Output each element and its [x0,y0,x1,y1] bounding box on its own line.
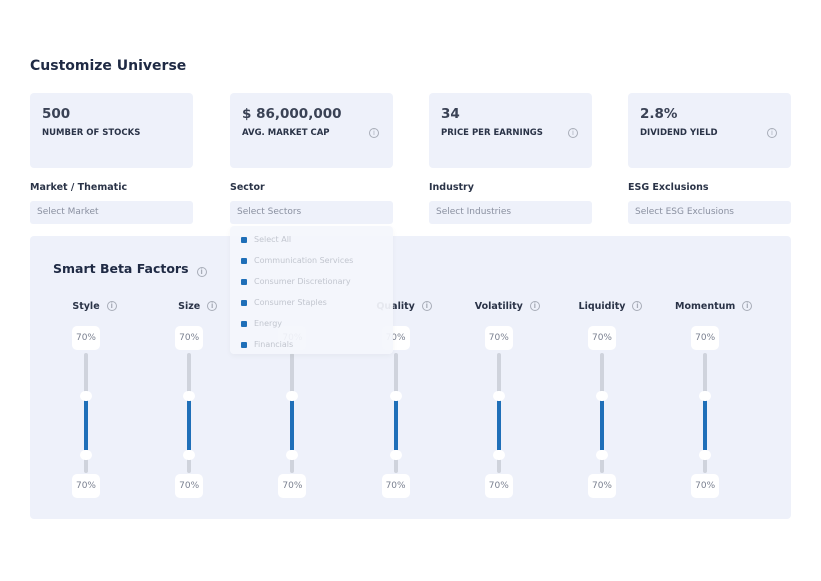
filter-select[interactable]: Select Sectors [230,201,393,224]
slider-range [393,400,398,450]
info-icon[interactable]: i [632,301,643,311]
factor-name: Volatility [474,301,523,312]
stat-card: 2.8% DIVIDEND YIELD i [628,93,791,168]
checkbox-icon[interactable] [241,257,247,264]
stat-label: NUMBER OF STOCKS [42,128,141,138]
slider-handle-top[interactable] [699,391,712,401]
slider-handle-top[interactable] [492,391,505,401]
factor-name: Size [178,301,201,312]
stat-value: 500 [42,106,71,122]
sector-option[interactable]: Financials [241,340,293,349]
smart-beta-panel [30,236,791,519]
stat-label: AVG. MARKET CAP [242,128,330,138]
slider-range [187,400,192,450]
filter-label: Market / Thematic [30,182,128,193]
filter-label: Sector [230,182,265,193]
slider-handle-top[interactable] [389,391,402,401]
checkbox-icon[interactable] [241,236,247,243]
slider-handle-top[interactable] [596,391,608,401]
info-icon[interactable]: i [767,128,777,138]
page-title: Customize Universe [30,58,187,74]
min-value[interactable]: 70% [691,474,720,498]
filter-select[interactable]: Select Industries [429,201,592,224]
sector-option[interactable]: Consumer Discretionary [241,277,351,286]
max-value[interactable]: 70% [72,326,100,350]
info-icon[interactable]: i [196,267,207,277]
filter-label: ESG Exclusions [628,182,709,193]
checkbox-icon[interactable] [241,299,247,306]
factor-name: Momentum [675,301,736,312]
stat-card: 34 PRICE PER EARNINGS i [429,93,592,168]
info-icon[interactable]: i [421,301,432,311]
slider-range [703,400,708,450]
slider-handle-top[interactable] [80,391,92,401]
checkbox-icon[interactable] [241,278,247,285]
checkbox-icon[interactable] [241,341,247,348]
stat-value: 34 [441,106,460,122]
min-value[interactable]: 70% [72,474,100,498]
min-value[interactable]: 70% [381,474,410,498]
min-value[interactable]: 70% [484,474,513,498]
slider-range [84,400,88,450]
slider-handle-bottom[interactable] [80,450,92,460]
info-icon[interactable]: i [742,301,753,311]
max-value[interactable]: 70% [175,326,204,350]
stat-card: 500 NUMBER OF STOCKS [30,93,193,168]
slider-handle-top[interactable] [183,391,196,401]
filter-select[interactable]: Select ESG Exclusions [628,201,791,224]
slider-handle-bottom[interactable] [389,450,402,460]
sector-option[interactable]: Communication Services [241,256,353,265]
info-icon[interactable]: i [369,128,379,138]
min-value[interactable]: 70% [278,474,307,498]
filter-label: Industry [429,182,474,193]
slider-handle-bottom[interactable] [492,450,505,460]
slider-handle-bottom[interactable] [183,450,196,460]
info-icon[interactable]: i [568,128,578,138]
stat-label: PRICE PER EARNINGS [441,128,543,138]
info-icon[interactable]: i [529,301,540,311]
slider-handle-bottom[interactable] [596,450,608,460]
slider-range [496,400,501,450]
slider-range [290,400,295,450]
min-value[interactable]: 70% [175,474,204,498]
sector-option[interactable]: Consumer Staples [241,298,327,307]
sector-option[interactable]: Select All [241,235,291,244]
factor-name: Liquidity [578,301,626,312]
sector-option[interactable]: Energy [241,319,282,328]
factor-name: Style [72,301,100,312]
info-icon[interactable]: i [106,301,117,311]
slider-handle-bottom[interactable] [699,450,712,460]
stat-value: 2.8% [640,106,678,122]
max-value[interactable]: 70% [588,326,616,350]
max-value[interactable]: 70% [484,326,513,350]
info-icon[interactable]: i [207,301,218,311]
checkbox-icon[interactable] [241,320,247,327]
stat-card: $ 86,000,000 AVG. MARKET CAP i [230,93,393,168]
smart-beta-title: Smart Beta Factors i [53,261,207,277]
stat-value: $ 86,000,000 [242,106,342,122]
slider-range [600,400,604,450]
filter-select[interactable]: Select Market [30,201,193,224]
sector-dropdown-menu: Select All Communication Services Consumer… [230,226,393,354]
max-value[interactable]: 70% [691,326,720,350]
min-value[interactable]: 70% [588,474,616,498]
stat-label: DIVIDEND YIELD [640,128,718,138]
